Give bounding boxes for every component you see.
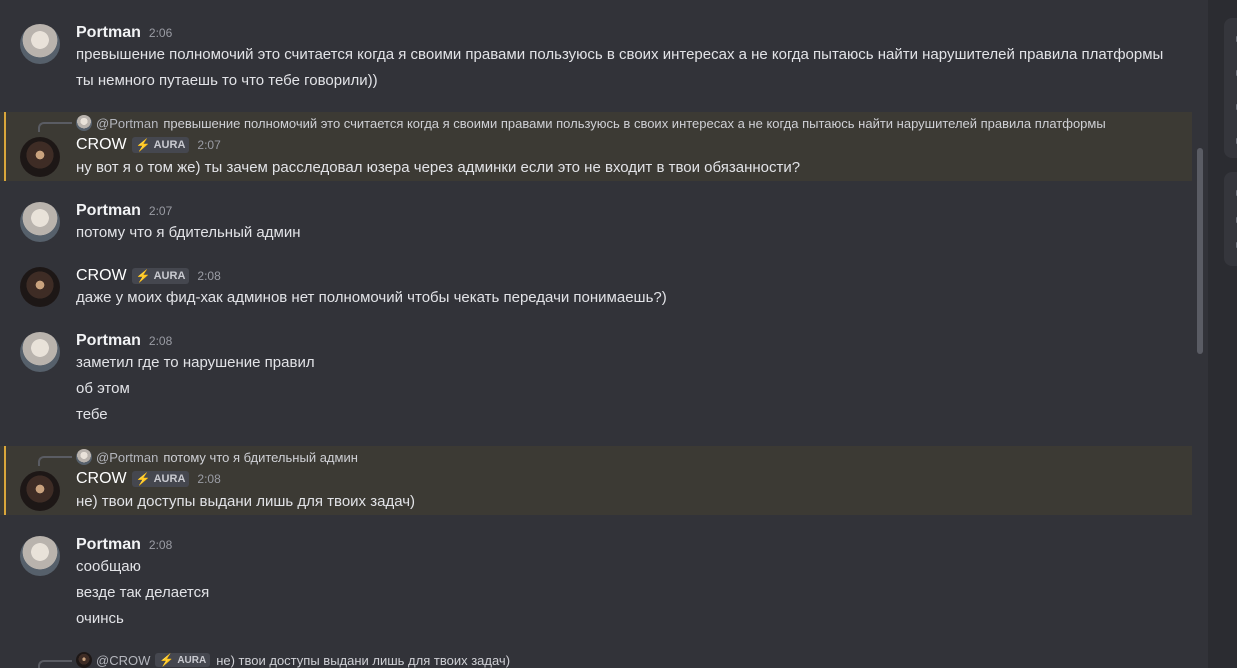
reply-connector — [38, 456, 72, 466]
message-text: тебе — [76, 406, 108, 423]
avatar[interactable] — [20, 24, 60, 64]
message: Portman 2:07 потому что я бдительный адм… — [0, 196, 1192, 252]
author-name[interactable]: CROW — [76, 470, 127, 488]
message: CROW ⚡ AURA 2:08 даже у моих фид-хак адми… — [0, 261, 1192, 317]
timestamp: 2:08 — [197, 269, 221, 283]
server-tag[interactable]: ⚡ AURA — [155, 653, 211, 667]
reply-preview[interactable]: @CROW ⚡ AURA не) твои доступы выдани лишь… — [76, 651, 510, 668]
server-tag[interactable]: ⚡ AURA — [131, 471, 190, 487]
scrollbar-thumb[interactable] — [1197, 148, 1203, 354]
avatar[interactable] — [20, 202, 60, 242]
message: Portman 2:08 сообщаю везде так делается … — [0, 530, 1192, 640]
side-panel — [1208, 0, 1237, 668]
avatar[interactable] — [20, 267, 60, 307]
message-text: везде так делается — [76, 584, 210, 601]
side-card[interactable] — [1224, 172, 1237, 266]
timestamp: 2:06 — [148, 26, 173, 40]
author-name[interactable]: Portman — [76, 332, 141, 350]
lightning-bolt-icon: ⚡ — [159, 653, 175, 667]
message-text: об этом — [76, 380, 130, 397]
message-text: заметил где то нарушение правил — [76, 354, 315, 371]
avatar[interactable] — [20, 471, 60, 511]
avatar[interactable] — [20, 536, 60, 576]
reply-author[interactable]: @Portman — [96, 450, 158, 465]
timestamp: 2:07 — [148, 204, 173, 218]
timestamp: 2:07 — [197, 138, 221, 152]
message-text: превышение полномочий это считается когд… — [76, 46, 1164, 63]
tag-label: AURA — [177, 654, 207, 666]
message-mention-highlight: @Portman превышение полномочий это счита… — [0, 112, 1192, 181]
message-text: не) твои доступы выдани лишь для твоих з… — [76, 493, 416, 510]
lightning-bolt-icon: ⚡ — [135, 472, 151, 486]
side-card[interactable] — [1224, 18, 1237, 158]
message-text: сообщаю — [76, 558, 141, 575]
message-partial: @CROW ⚡ AURA не) твои доступы выдани лишь… — [0, 648, 1192, 668]
message-text: потому что я бдительный админ — [76, 224, 301, 241]
reply-avatar — [76, 449, 92, 465]
chat-messages: Portman 2:06 превышение полномочий это с… — [0, 0, 1208, 668]
reply-author[interactable]: @CROW — [96, 653, 150, 668]
author-name[interactable]: CROW — [76, 267, 127, 285]
server-tag[interactable]: ⚡ AURA — [131, 268, 190, 284]
message: Portman 2:06 превышение полномочий это с… — [0, 18, 1192, 108]
avatar[interactable] — [20, 137, 60, 177]
tag-label: AURA — [153, 473, 186, 485]
reply-avatar — [76, 652, 92, 668]
reply-text[interactable]: потому что я бдительный админ — [163, 450, 358, 465]
timestamp: 2:08 — [148, 334, 173, 348]
reply-preview[interactable]: @Portman превышение полномочий это счита… — [76, 114, 1106, 132]
server-tag[interactable]: ⚡ AURA — [131, 137, 190, 153]
message-text: ну вот я о том же) ты зачем расследовал … — [76, 159, 801, 176]
reply-avatar — [76, 115, 92, 131]
reply-connector — [38, 660, 72, 668]
author-name[interactable]: CROW — [76, 136, 127, 154]
message-mention-highlight: @Portman потому что я бдительный админ C… — [0, 446, 1192, 515]
message-text: очинсь — [76, 610, 124, 627]
reply-text[interactable]: превышение полномочий это считается когд… — [163, 116, 1105, 131]
author-name[interactable]: Portman — [76, 536, 141, 554]
message-text: даже у моих фид-хак админов нет полномоч… — [76, 289, 667, 306]
lightning-bolt-icon: ⚡ — [135, 138, 151, 152]
tag-label: AURA — [153, 139, 186, 151]
message-text: ты немного путаешь то что тебе говорили)… — [76, 72, 378, 89]
tag-label: AURA — [153, 270, 186, 282]
reply-connector — [38, 122, 72, 132]
timestamp: 2:08 — [148, 538, 173, 552]
reply-preview[interactable]: @Portman потому что я бдительный админ — [76, 448, 358, 466]
timestamp: 2:08 — [197, 472, 221, 486]
reply-text[interactable]: не) твои доступы выдани лишь для твоих з… — [216, 653, 510, 668]
author-name[interactable]: Portman — [76, 202, 141, 220]
avatar[interactable] — [20, 332, 60, 372]
reply-author[interactable]: @Portman — [96, 116, 158, 131]
lightning-bolt-icon: ⚡ — [135, 269, 151, 283]
message: Portman 2:08 заметил где то нарушение пр… — [0, 326, 1192, 436]
author-name[interactable]: Portman — [76, 24, 141, 42]
